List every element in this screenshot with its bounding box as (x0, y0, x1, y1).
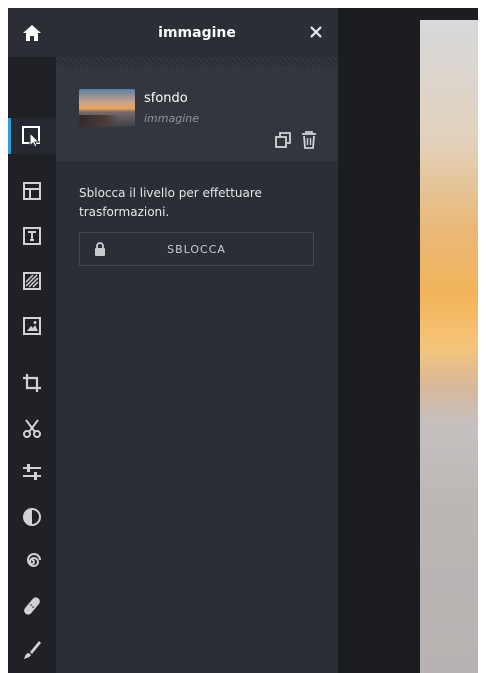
properties-panel: immagine sfondo immagine Sblocca il live… (56, 8, 338, 673)
app-window: immagine sfondo immagine Sblocca il live… (8, 8, 478, 673)
tool-contrast-button[interactable] (8, 499, 56, 535)
contrast-icon (23, 508, 41, 526)
close-icon[interactable] (306, 22, 326, 42)
brush-icon (24, 641, 41, 659)
tool-text-button[interactable] (8, 218, 56, 254)
layer-name: sfondo (144, 91, 188, 106)
tool-arrange-button[interactable] (8, 118, 56, 154)
unlock-button[interactable]: SBLOCCA (79, 232, 314, 266)
panel-title: immagine (158, 24, 236, 41)
tool-image-button[interactable] (8, 308, 56, 344)
layer-thumbnail (79, 89, 135, 127)
panel-header: immagine (56, 8, 338, 57)
trash-icon[interactable] (300, 130, 318, 150)
arrange-icon (22, 126, 41, 148)
bandage-icon (24, 597, 40, 615)
duplicate-icon[interactable] (274, 131, 292, 149)
adjust-icon (23, 464, 41, 480)
layer-type: immagine (144, 112, 200, 125)
tool-layout-button[interactable] (8, 173, 56, 209)
spiral-icon (27, 553, 41, 568)
tool-cut-button[interactable] (8, 410, 56, 446)
unlock-label: SBLOCCA (167, 242, 226, 256)
tool-brush-button[interactable] (8, 632, 56, 668)
lock-icon (95, 242, 105, 256)
canvas-area[interactable] (338, 8, 478, 673)
texture-icon (23, 272, 41, 290)
image-icon (23, 317, 41, 335)
home-icon (23, 24, 41, 41)
tool-texture-button[interactable] (8, 263, 56, 299)
cut-icon (23, 419, 41, 438)
text-icon (23, 227, 41, 245)
tool-spiral-button[interactable] (8, 544, 56, 580)
unlock-message: Sblocca il livello per effettuare trasfo… (79, 186, 262, 219)
tool-crop-button[interactable] (8, 365, 56, 401)
crop-icon (23, 374, 41, 392)
tool-sidebar (8, 8, 57, 673)
layer-item[interactable]: sfondo immagine (56, 67, 338, 161)
tool-heal-button[interactable] (8, 588, 56, 624)
layout-icon (23, 182, 41, 200)
tool-adjust-button[interactable] (8, 454, 56, 490)
header-divider (56, 57, 338, 67)
canvas-image[interactable] (420, 20, 478, 673)
home-button[interactable] (8, 8, 56, 57)
